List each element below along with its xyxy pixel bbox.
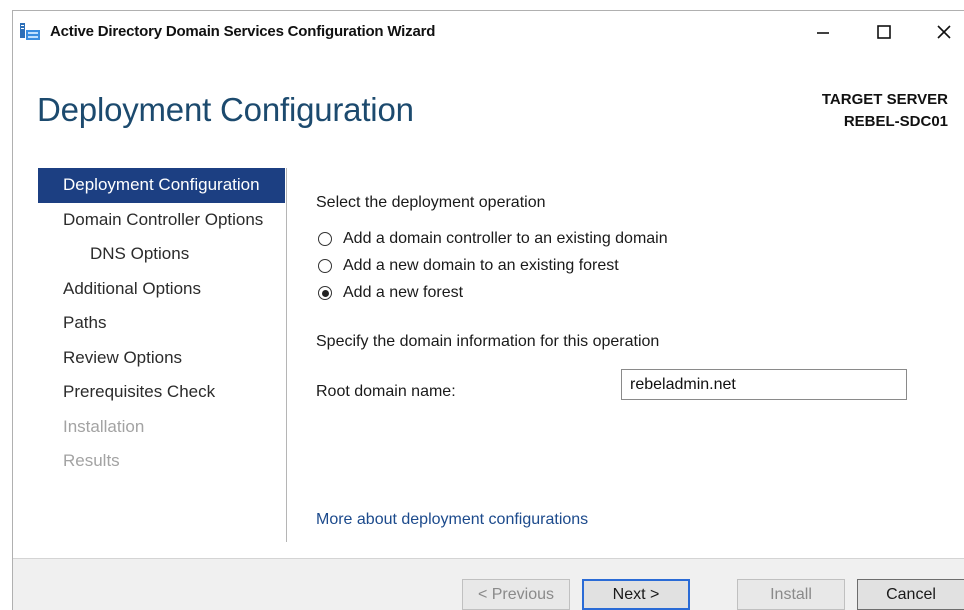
nav-item-paths[interactable]: Paths (38, 306, 285, 341)
nav-item-review-options[interactable]: Review Options (38, 341, 285, 376)
radio-label: Add a domain controller to an existing d… (343, 230, 668, 247)
nav-item-deployment-configuration[interactable]: Deployment Configuration (38, 168, 285, 203)
wizard-footer: < Previous Next > Install Cancel (13, 558, 964, 610)
nav-item-installation: Installation (63, 416, 145, 436)
more-about-deployment-link[interactable]: More about deployment configurations (316, 511, 588, 529)
wizard-window: Active Directory Domain Services Configu… (12, 10, 964, 610)
close-icon[interactable] (929, 17, 959, 47)
window-title: Active Directory Domain Services Configu… (50, 23, 436, 40)
radio-button-icon[interactable] (318, 232, 332, 246)
maximize-icon[interactable] (869, 17, 899, 47)
nav-item-additional-options[interactable]: Additional Options (38, 272, 285, 307)
radio-label: Add a new domain to an existing forest (343, 257, 619, 274)
nav-item-domain-controller-options[interactable]: Domain Controller Options (38, 203, 285, 238)
wizard-nav: Deployment Configuration Domain Controll… (38, 168, 285, 479)
radio-button-selected-icon[interactable] (318, 286, 332, 300)
nav-item-results: Results (63, 451, 120, 470)
title-bar[interactable]: Active Directory Domain Services Configu… (13, 11, 964, 53)
nav-item-prerequisites-check[interactable]: Prerequisites Check (38, 375, 285, 410)
target-server-name: REBEL-SDC01 (843, 113, 948, 130)
deployment-operation-heading: Select the deployment operation (316, 194, 546, 211)
next-button[interactable]: Next > (582, 579, 690, 610)
radio-add-domain-existing-forest[interactable]: Add a new domain to an existing forest (318, 257, 619, 275)
page-title: Deployment Configuration (37, 91, 414, 128)
domain-info-heading: Specify the domain information for this … (316, 333, 660, 350)
root-domain-label: Root domain name: (316, 383, 456, 400)
radio-add-dc-existing-domain[interactable]: Add a domain controller to an existing d… (318, 230, 668, 248)
install-button: Install (737, 579, 845, 610)
radio-label: Add a new forest (343, 284, 464, 301)
target-server-label: TARGET SERVER (821, 91, 948, 108)
radio-button-icon[interactable] (318, 259, 332, 273)
nav-divider (286, 168, 287, 542)
ad-ds-icon (20, 23, 40, 40)
nav-item-dns-options[interactable]: DNS Options (38, 237, 285, 272)
minimize-icon[interactable] (808, 17, 838, 47)
radio-add-new-forest[interactable]: Add a new forest (318, 284, 463, 302)
cancel-button[interactable]: Cancel (857, 579, 964, 610)
root-domain-input[interactable] (621, 369, 907, 400)
previous-button: < Previous (462, 579, 570, 610)
